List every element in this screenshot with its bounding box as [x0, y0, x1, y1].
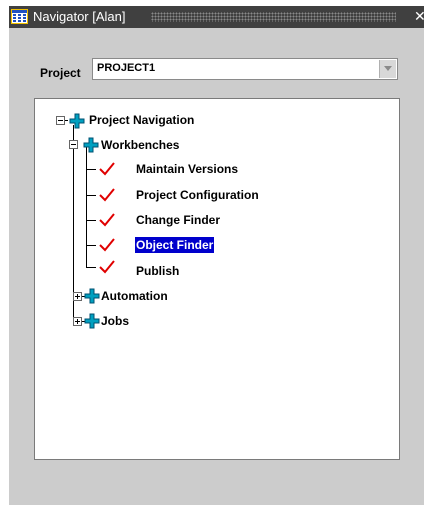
- tree-connector: [86, 195, 96, 196]
- tree-node-workbenches[interactable]: Workbenches: [101, 137, 179, 153]
- checkmark-icon: [99, 188, 115, 202]
- tree-item-project-configuration[interactable]: Project Configuration: [136, 187, 259, 203]
- tree-connector: [86, 245, 96, 246]
- close-icon[interactable]: ✕: [414, 8, 424, 24]
- collapse-toggle-icon[interactable]: [69, 140, 78, 149]
- tree-connector: [86, 147, 87, 267]
- tree-connector: [86, 267, 96, 268]
- title-bar[interactable]: Navigator [Alan] ✕: [9, 6, 424, 28]
- cross-plus-icon: [84, 313, 100, 329]
- checkmark-icon: [99, 213, 115, 227]
- dropdown-button[interactable]: [379, 60, 396, 78]
- project-value: PROJECT1: [97, 62, 156, 74]
- title-grip: [151, 12, 396, 22]
- tree-connector: [86, 220, 96, 221]
- tree-item-publish[interactable]: Publish: [136, 263, 179, 279]
- grid-app-icon: [11, 9, 28, 24]
- expand-toggle-icon[interactable]: [73, 292, 82, 301]
- collapse-toggle-icon[interactable]: [56, 116, 65, 125]
- navigation-tree[interactable]: Project Navigation Workbenches Maintain …: [34, 98, 400, 460]
- project-select[interactable]: PROJECT1: [92, 58, 398, 80]
- checkmark-icon: [99, 162, 115, 176]
- tree-node-jobs[interactable]: Jobs: [101, 313, 129, 329]
- navigator-window: Navigator [Alan] ✕ Project PROJECT1 Proj…: [9, 6, 424, 505]
- tree-node-automation[interactable]: Automation: [101, 288, 168, 304]
- cross-plus-icon: [69, 113, 85, 129]
- tree-node-project-navigation[interactable]: Project Navigation: [89, 112, 194, 128]
- checkmark-icon: [99, 260, 115, 274]
- window-title: Navigator [Alan]: [33, 9, 126, 24]
- tree-item-object-finder[interactable]: Object Finder: [133, 236, 216, 254]
- project-label: Project: [40, 66, 81, 80]
- checkmark-icon: [99, 238, 115, 252]
- cross-plus-icon: [84, 288, 100, 304]
- chevron-down-icon: [384, 66, 392, 71]
- cross-plus-icon: [83, 137, 99, 153]
- expand-toggle-icon[interactable]: [73, 317, 82, 326]
- tree-item-change-finder[interactable]: Change Finder: [136, 212, 220, 228]
- tree-item-maintain-versions[interactable]: Maintain Versions: [136, 161, 238, 177]
- tree-connector: [86, 169, 96, 170]
